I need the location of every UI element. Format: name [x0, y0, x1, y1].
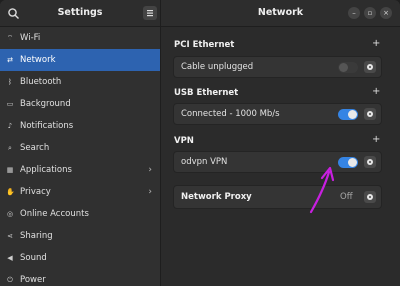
- bell-icon: ♪: [7, 122, 13, 130]
- sidebar-item-label: Bluetooth: [20, 77, 62, 87]
- proxy-settings-gear-icon[interactable]: [364, 191, 376, 203]
- add-pci-connection-button[interactable]: +: [372, 38, 380, 49]
- sidebar-item-label: Applications: [20, 165, 72, 175]
- vpn-settings-gear-icon[interactable]: [364, 156, 376, 168]
- sidebar-item-privacy[interactable]: ✋ Privacy ›: [0, 181, 160, 203]
- sidebar-item-label: Sharing: [20, 231, 53, 241]
- sidebar-pane: Settings ⌔ Wi-Fi ⇄ Network ᛒ Bluetooth ▭…: [0, 0, 161, 286]
- close-button[interactable]: ×: [380, 7, 392, 19]
- pci-ethernet-toggle[interactable]: [338, 62, 358, 73]
- hand-icon: ✋: [6, 188, 15, 196]
- sidebar-item-bluetooth[interactable]: ᛒ Bluetooth: [0, 71, 160, 93]
- sidebar-item-wifi[interactable]: ⌔ Wi-Fi: [0, 27, 160, 49]
- minimize-button[interactable]: –: [348, 7, 360, 19]
- panel-header: Network – ▫ ×: [161, 0, 400, 27]
- sidebar-item-sharing[interactable]: ⋖ Sharing: [0, 225, 160, 247]
- sidebar-item-applications[interactable]: ▦ Applications ›: [0, 159, 160, 181]
- vpn-toggle[interactable]: [338, 157, 358, 168]
- bluetooth-icon: ᛒ: [7, 78, 13, 86]
- wifi-icon: ⌔: [6, 34, 14, 42]
- sidebar-list: ⌔ Wi-Fi ⇄ Network ᛒ Bluetooth ▭ Backgrou…: [0, 27, 160, 286]
- network-proxy-row[interactable]: Network Proxy Off: [173, 185, 382, 209]
- sidebar-item-power[interactable]: ⏻ Power: [0, 269, 160, 286]
- chevron-right-icon: ›: [148, 187, 152, 197]
- usb-ethernet-toggle[interactable]: [338, 109, 358, 120]
- sidebar-item-background[interactable]: ▭ Background: [0, 93, 160, 115]
- sidebar-item-network[interactable]: ⇄ Network: [0, 49, 160, 71]
- network-proxy-label: Network Proxy: [181, 192, 252, 202]
- sidebar-item-label: Wi-Fi: [20, 33, 41, 43]
- share-icon: ⋖: [7, 232, 13, 240]
- usb-status-label: Connected - 1000 Mb/s: [181, 109, 280, 119]
- vpn-row: odvpn VPN: [173, 151, 382, 173]
- sidebar-item-label: Power: [20, 275, 46, 285]
- sidebar-item-label: Background: [20, 99, 71, 109]
- usb-ethernet-heading: USB Ethernet: [174, 88, 239, 98]
- search-icon: ⌕: [8, 144, 12, 152]
- pci-status-label: Cable unplugged: [181, 62, 254, 72]
- app-title: Settings: [57, 7, 103, 18]
- maximize-button[interactable]: ▫: [364, 7, 376, 19]
- background-icon: ▭: [6, 100, 14, 108]
- pci-ethernet-row: Cable unplugged: [173, 56, 382, 78]
- speaker-icon: ◀: [7, 254, 13, 262]
- sidebar-item-label: Network: [20, 55, 56, 65]
- power-icon: ⏻: [7, 276, 13, 284]
- menu-icon: [147, 10, 153, 17]
- usb-settings-gear-icon[interactable]: [364, 108, 376, 120]
- vpn-name-label: odvpn VPN: [181, 157, 228, 167]
- sidebar-item-label: Notifications: [20, 121, 74, 131]
- proxy-status-text: Off: [340, 192, 353, 202]
- usb-ethernet-row: Connected - 1000 Mb/s: [173, 103, 382, 125]
- accounts-icon: ◎: [6, 210, 14, 218]
- vpn-heading: VPN: [174, 136, 194, 146]
- chevron-right-icon: ›: [148, 165, 152, 175]
- add-usb-connection-button[interactable]: +: [372, 86, 380, 97]
- sidebar-item-label: Privacy: [20, 187, 51, 197]
- sidebar-item-online-accounts[interactable]: ◎ Online Accounts: [0, 203, 160, 225]
- add-vpn-button[interactable]: +: [372, 134, 380, 145]
- sidebar-item-label: Sound: [20, 253, 47, 263]
- sidebar-header: Settings: [0, 0, 160, 27]
- settings-window: Settings ⌔ Wi-Fi ⇄ Network ᛒ Bluetooth ▭…: [0, 0, 400, 286]
- apps-icon: ▦: [6, 166, 14, 174]
- sidebar-item-search[interactable]: ⌕ Search: [0, 137, 160, 159]
- pci-settings-gear-icon[interactable]: [364, 61, 376, 73]
- pci-ethernet-heading: PCI Ethernet: [174, 40, 235, 50]
- sidebar-item-label: Search: [20, 143, 50, 153]
- network-icon: ⇄: [7, 56, 13, 64]
- hamburger-menu-button[interactable]: [143, 6, 157, 20]
- sidebar-item-label: Online Accounts: [20, 209, 89, 219]
- sidebar-item-sound[interactable]: ◀ Sound: [0, 247, 160, 269]
- network-panel: Network – ▫ × PCI Ethernet + Cable unplu…: [161, 0, 400, 286]
- sidebar-item-notifications[interactable]: ♪ Notifications: [0, 115, 160, 137]
